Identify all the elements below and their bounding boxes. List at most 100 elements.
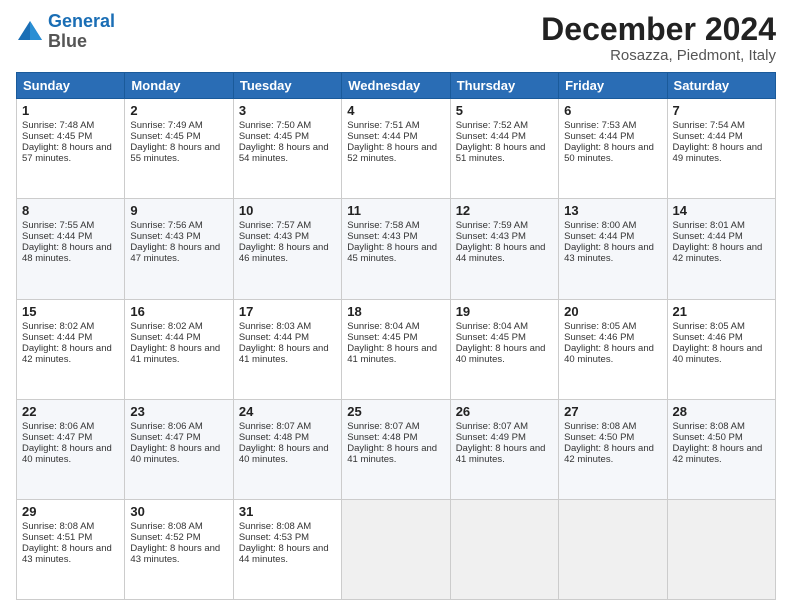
sunset-label: Sunset: 4:46 PM (564, 332, 634, 343)
weekday-monday: Monday (125, 73, 233, 99)
daylight-label: Daylight: 8 hours and 42 minutes. (673, 242, 763, 264)
sunset-label: Sunset: 4:43 PM (239, 231, 309, 242)
day-cell: 11Sunrise: 7:58 AMSunset: 4:43 PMDayligh… (342, 199, 450, 299)
sunset-label: Sunset: 4:48 PM (347, 432, 417, 443)
daylight-label: Daylight: 8 hours and 40 minutes. (239, 443, 329, 465)
day-number: 25 (347, 404, 444, 419)
day-cell: 13Sunrise: 8:00 AMSunset: 4:44 PMDayligh… (559, 199, 667, 299)
weekday-wednesday: Wednesday (342, 73, 450, 99)
sunset-label: Sunset: 4:44 PM (22, 231, 92, 242)
day-cell: 24Sunrise: 8:07 AMSunset: 4:48 PMDayligh… (233, 399, 341, 499)
sunrise-label: Sunrise: 7:54 AM (673, 120, 745, 131)
sunset-label: Sunset: 4:43 PM (456, 231, 526, 242)
sunrise-label: Sunrise: 8:08 AM (130, 521, 202, 532)
daylight-label: Daylight: 8 hours and 42 minutes. (22, 343, 112, 365)
day-number: 15 (22, 304, 119, 319)
week-row-3: 15Sunrise: 8:02 AMSunset: 4:44 PMDayligh… (17, 299, 776, 399)
sunrise-label: Sunrise: 7:49 AM (130, 120, 202, 131)
sunrise-label: Sunrise: 7:52 AM (456, 120, 528, 131)
week-row-4: 22Sunrise: 8:06 AMSunset: 4:47 PMDayligh… (17, 399, 776, 499)
daylight-label: Daylight: 8 hours and 43 minutes. (22, 543, 112, 565)
sunrise-label: Sunrise: 7:48 AM (22, 120, 94, 131)
day-cell: 22Sunrise: 8:06 AMSunset: 4:47 PMDayligh… (17, 399, 125, 499)
day-cell: 16 Sunrise: 8:02 AMSunset: 4:44 PMDayligh… (125, 299, 233, 399)
sunset-label: Sunset: 4:44 PM (456, 131, 526, 142)
day-number: 2 (130, 103, 227, 118)
title-block: December 2024 Rosazza, Piedmont, Italy (541, 12, 776, 64)
sunrise-label: Sunrise: 7:53 AM (564, 120, 636, 131)
day-number: 6 (564, 103, 661, 118)
day-number: 18 (347, 304, 444, 319)
daylight-label: Daylight: 8 hours and 41 minutes. (456, 443, 546, 465)
daylight-label: Daylight: 8 hours and 40 minutes. (456, 343, 546, 365)
logo-text: General Blue (48, 12, 115, 52)
day-cell: 3Sunrise: 7:50 AMSunset: 4:45 PMDaylight… (233, 99, 341, 199)
sunset-label: Sunset: 4:44 PM (347, 131, 417, 142)
day-cell (342, 499, 450, 599)
sunrise-label: Sunrise: 8:08 AM (22, 521, 94, 532)
sunset-label: Sunset: 4:44 PM (130, 332, 200, 343)
daylight-label: Daylight: 8 hours and 54 minutes. (239, 142, 329, 164)
day-number: 17 (239, 304, 336, 319)
day-cell: 10Sunrise: 7:57 AMSunset: 4:43 PMDayligh… (233, 199, 341, 299)
sunset-label: Sunset: 4:44 PM (22, 332, 92, 343)
daylight-label: Daylight: 8 hours and 43 minutes. (564, 242, 654, 264)
sunset-label: Sunset: 4:47 PM (22, 432, 92, 443)
sunset-label: Sunset: 4:51 PM (22, 532, 92, 543)
daylight-label: Daylight: 8 hours and 42 minutes. (564, 443, 654, 465)
day-cell: 28 Sunrise: 8:08 AMSunset: 4:50 PMDayligh… (667, 399, 775, 499)
sunset-label: Sunset: 4:50 PM (673, 432, 743, 443)
sunset-label: Sunset: 4:47 PM (130, 432, 200, 443)
sunrise-label: Sunrise: 8:02 AM (130, 321, 202, 332)
sunrise-label: Sunrise: 7:51 AM (347, 120, 419, 131)
daylight-label: Daylight: 8 hours and 40 minutes. (564, 343, 654, 365)
day-number: 16 (130, 304, 227, 319)
daylight-label: Daylight: 8 hours and 41 minutes. (347, 343, 437, 365)
sunrise-label: Sunrise: 7:55 AM (22, 220, 94, 231)
sunrise-label: Sunrise: 8:01 AM (673, 220, 745, 231)
daylight-label: Daylight: 8 hours and 44 minutes. (239, 543, 329, 565)
week-row-1: 1Sunrise: 7:48 AMSunset: 4:45 PMDaylight… (17, 99, 776, 199)
day-cell: 31Sunrise: 8:08 AMSunset: 4:53 PMDayligh… (233, 499, 341, 599)
day-number: 19 (456, 304, 553, 319)
page: General Blue December 2024 Rosazza, Pied… (0, 0, 792, 612)
sunset-label: Sunset: 4:43 PM (130, 231, 200, 242)
day-number: 8 (22, 203, 119, 218)
sunrise-label: Sunrise: 8:08 AM (673, 421, 745, 432)
day-cell: 27Sunrise: 8:08 AMSunset: 4:50 PMDayligh… (559, 399, 667, 499)
sunset-label: Sunset: 4:53 PM (239, 532, 309, 543)
day-number: 31 (239, 504, 336, 519)
sunset-label: Sunset: 4:45 PM (456, 332, 526, 343)
day-cell: 15Sunrise: 8:02 AMSunset: 4:44 PMDayligh… (17, 299, 125, 399)
day-cell: 20Sunrise: 8:05 AMSunset: 4:46 PMDayligh… (559, 299, 667, 399)
daylight-label: Daylight: 8 hours and 42 minutes. (673, 443, 763, 465)
logo-icon (16, 18, 44, 46)
weekday-header-row: SundayMondayTuesdayWednesdayThursdayFrid… (17, 73, 776, 99)
sunset-label: Sunset: 4:44 PM (564, 231, 634, 242)
sunset-label: Sunset: 4:48 PM (239, 432, 309, 443)
day-number: 26 (456, 404, 553, 419)
day-number: 3 (239, 103, 336, 118)
sunrise-label: Sunrise: 8:06 AM (130, 421, 202, 432)
weekday-saturday: Saturday (667, 73, 775, 99)
sunrise-label: Sunrise: 7:50 AM (239, 120, 311, 131)
daylight-label: Daylight: 8 hours and 41 minutes. (130, 343, 220, 365)
week-row-2: 8Sunrise: 7:55 AMSunset: 4:44 PMDaylight… (17, 199, 776, 299)
daylight-label: Daylight: 8 hours and 44 minutes. (456, 242, 546, 264)
day-number: 28 (673, 404, 770, 419)
sunrise-label: Sunrise: 8:04 AM (347, 321, 419, 332)
logo: General Blue (16, 12, 115, 52)
sunset-label: Sunset: 4:49 PM (456, 432, 526, 443)
day-cell: 26Sunrise: 8:07 AMSunset: 4:49 PMDayligh… (450, 399, 558, 499)
day-cell: 29Sunrise: 8:08 AMSunset: 4:51 PMDayligh… (17, 499, 125, 599)
day-number: 23 (130, 404, 227, 419)
day-cell: 14Sunrise: 8:01 AMSunset: 4:44 PMDayligh… (667, 199, 775, 299)
sunset-label: Sunset: 4:45 PM (130, 131, 200, 142)
daylight-label: Daylight: 8 hours and 41 minutes. (347, 443, 437, 465)
sunrise-label: Sunrise: 7:56 AM (130, 220, 202, 231)
day-cell (559, 499, 667, 599)
sunset-label: Sunset: 4:44 PM (239, 332, 309, 343)
day-cell: 1Sunrise: 7:48 AMSunset: 4:45 PMDaylight… (17, 99, 125, 199)
sunrise-label: Sunrise: 8:05 AM (564, 321, 636, 332)
sunset-label: Sunset: 4:45 PM (22, 131, 92, 142)
